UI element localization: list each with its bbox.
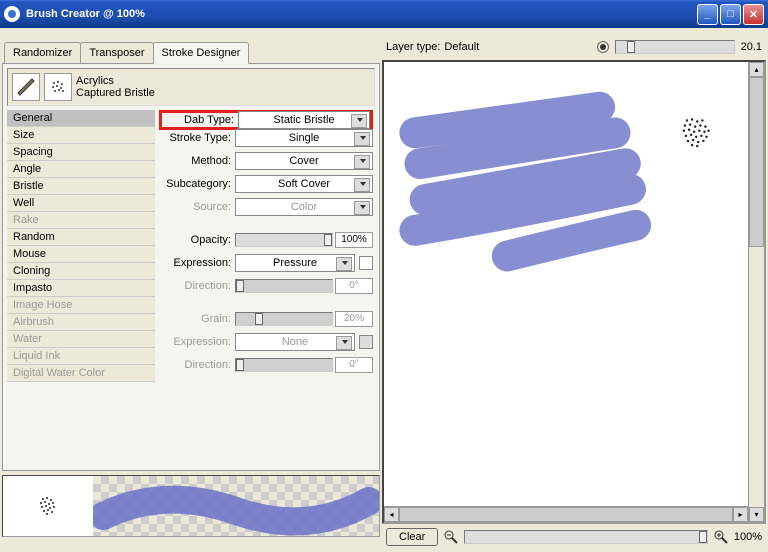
category-general[interactable]: General bbox=[7, 110, 155, 127]
direction2-value: 0° bbox=[335, 357, 373, 373]
opacity-value[interactable]: 100% bbox=[335, 232, 373, 248]
category-liquid-ink: Liquid Ink bbox=[7, 348, 155, 365]
window-title: Brush Creator @ 100% bbox=[26, 8, 697, 20]
stroke-type-dropdown[interactable]: Single bbox=[235, 129, 373, 147]
category-digital-water-color: Digital Water Color bbox=[7, 365, 155, 382]
category-image-hose: Image Hose bbox=[7, 297, 155, 314]
category-spacing[interactable]: Spacing bbox=[7, 144, 155, 161]
expression2-invert-checkbox bbox=[359, 335, 373, 349]
tab-stroke-designer[interactable]: Stroke Designer bbox=[153, 42, 250, 64]
stroke-preview bbox=[93, 476, 379, 536]
bottom-bar: Clear 100% bbox=[382, 524, 766, 550]
direction2-slider bbox=[235, 358, 333, 372]
expression2-dropdown: None bbox=[235, 333, 355, 351]
scroll-down-button[interactable]: ▾ bbox=[749, 507, 764, 522]
titlebar: Brush Creator @ 100% _ □ ✕ bbox=[0, 0, 768, 28]
category-cloning[interactable]: Cloning bbox=[7, 263, 155, 280]
category-airbrush: Airbrush bbox=[7, 314, 155, 331]
expression-dropdown[interactable]: Pressure bbox=[235, 254, 355, 272]
brush-variant-icon[interactable] bbox=[44, 73, 72, 101]
brush-variant-label: Captured Bristle bbox=[76, 87, 370, 99]
source-label: Source: bbox=[159, 201, 235, 213]
brush-category-label: Acrylics bbox=[76, 75, 370, 87]
brush-header: Acrylics Captured Bristle bbox=[7, 68, 375, 106]
expression-invert-checkbox[interactable] bbox=[359, 256, 373, 270]
method-label: Method: bbox=[159, 155, 235, 167]
app-icon bbox=[4, 6, 20, 22]
subcategory-label: Subcategory: bbox=[159, 178, 235, 190]
dab-type-label: Dab Type: bbox=[162, 114, 238, 126]
scroll-thumb-h[interactable] bbox=[399, 507, 733, 522]
scroll-thumb-v[interactable] bbox=[749, 77, 764, 247]
expression-label: Expression: bbox=[159, 257, 235, 269]
zoom-out-icon[interactable] bbox=[444, 530, 458, 544]
grain-value: 20% bbox=[335, 311, 373, 327]
layer-info: Layer type: Default 20.1 bbox=[382, 30, 766, 60]
category-water: Water bbox=[7, 331, 155, 348]
zoom-in-icon[interactable] bbox=[714, 530, 728, 544]
clear-button[interactable]: Clear bbox=[386, 528, 438, 546]
dab-type-row: Dab Type: Static Bristle bbox=[159, 110, 373, 130]
preview-strip bbox=[2, 475, 380, 537]
opacity-label: Opacity: bbox=[159, 234, 235, 246]
source-dropdown: Color bbox=[235, 198, 373, 216]
grain-slider bbox=[235, 312, 333, 326]
tab-randomizer[interactable]: Randomizer bbox=[4, 42, 81, 64]
scroll-up-button[interactable]: ▴ bbox=[749, 62, 764, 77]
preview-canvas[interactable]: ▴ ▾ ◂ ▸ bbox=[382, 60, 766, 524]
dab-type-dropdown[interactable]: Static Bristle bbox=[238, 111, 370, 129]
category-angle[interactable]: Angle bbox=[7, 161, 155, 178]
category-rake: Rake bbox=[7, 212, 155, 229]
direction2-label: Direction: bbox=[159, 359, 235, 371]
minimize-button[interactable]: _ bbox=[697, 4, 718, 25]
zoom-slider[interactable] bbox=[464, 530, 708, 544]
scroll-left-button[interactable]: ◂ bbox=[384, 507, 399, 522]
close-button[interactable]: ✕ bbox=[743, 4, 764, 25]
vertical-scrollbar[interactable]: ▴ ▾ bbox=[748, 62, 764, 522]
direction-label: Direction: bbox=[159, 280, 235, 292]
zoom-value: 100% bbox=[734, 531, 762, 543]
brush-category-icon[interactable] bbox=[12, 73, 40, 101]
category-impasto[interactable]: Impasto bbox=[7, 280, 155, 297]
category-bristle[interactable]: Bristle bbox=[7, 178, 155, 195]
dab-preview bbox=[3, 476, 93, 536]
horizontal-scrollbar[interactable]: ◂ ▸ bbox=[384, 506, 748, 522]
category-size[interactable]: Size bbox=[7, 127, 155, 144]
direction-value: 0° bbox=[335, 278, 373, 294]
category-mouse[interactable]: Mouse bbox=[7, 246, 155, 263]
layer-type-label: Layer type: bbox=[386, 41, 440, 53]
tab-content: Acrylics Captured Bristle General Size S… bbox=[2, 63, 380, 471]
stroke-type-label: Stroke Type: bbox=[159, 132, 235, 144]
grain-label: Grain: bbox=[159, 313, 235, 325]
layer-radio[interactable] bbox=[597, 41, 609, 53]
category-well[interactable]: Well bbox=[7, 195, 155, 212]
method-dropdown[interactable]: Cover bbox=[235, 152, 373, 170]
scroll-right-button[interactable]: ▸ bbox=[733, 507, 748, 522]
subcategory-dropdown[interactable]: Soft Cover bbox=[235, 175, 373, 193]
layer-type-value: Default bbox=[444, 41, 479, 53]
category-random[interactable]: Random bbox=[7, 229, 155, 246]
expression2-label: Expression: bbox=[159, 336, 235, 348]
tab-transposer[interactable]: Transposer bbox=[80, 42, 153, 64]
brush-size-value: 20.1 bbox=[741, 41, 762, 53]
brush-size-slider[interactable] bbox=[615, 40, 735, 54]
direction-slider bbox=[235, 279, 333, 293]
tab-bar: Randomizer Transposer Stroke Designer bbox=[4, 42, 380, 64]
opacity-slider[interactable] bbox=[235, 233, 333, 247]
settings-panel: Dab Type: Static Bristle Stroke Type:Sin… bbox=[157, 110, 375, 465]
category-list: General Size Spacing Angle Bristle Well … bbox=[7, 110, 155, 465]
maximize-button[interactable]: □ bbox=[720, 4, 741, 25]
